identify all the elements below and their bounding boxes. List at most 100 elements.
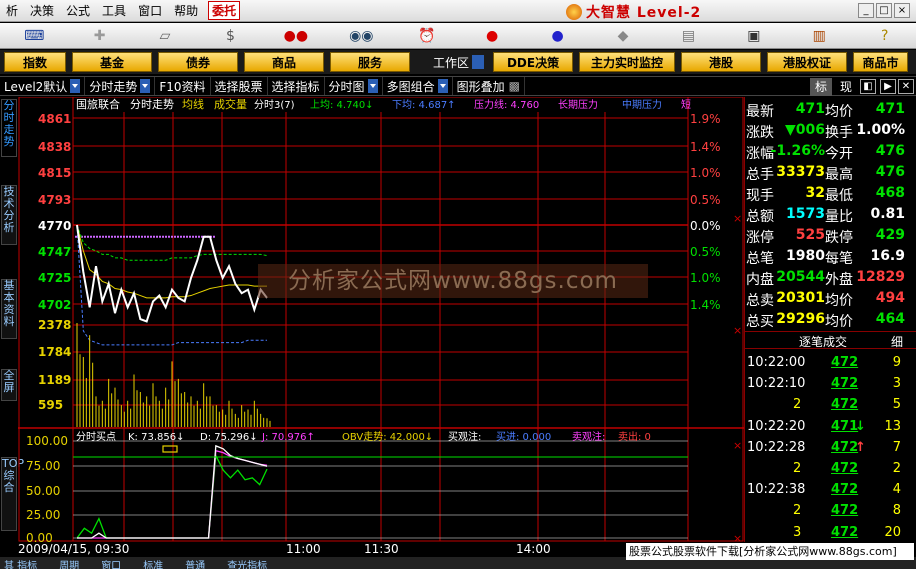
minimize-icon[interactable]: _ <box>858 3 874 18</box>
monitor-button[interactable]: 主力实时监控 <box>579 52 676 72</box>
toolbar: ⌨ ✚ ▱ $ ●● ◉◉ ⏰ ● ● ◆ ▤ ▣ ▥ ? <box>0 23 916 49</box>
time-label-start: 2009/04/15, 09:30 <box>18 542 130 556</box>
price-axis-label: 4747 <box>38 245 71 259</box>
sub-select-indicator[interactable]: 选择指标 <box>268 77 325 95</box>
ruler-icon[interactable]: ▱ <box>149 25 181 47</box>
window-icon[interactable]: ▣ <box>738 25 770 47</box>
sub-timeshare[interactable]: 分时走势 <box>85 77 156 95</box>
dollar-icon[interactable]: $ <box>214 25 246 47</box>
help-icon[interactable]: ? <box>868 25 900 47</box>
quote-label-right: 均价 <box>825 314 853 330</box>
keyboard-icon[interactable]: ⌨ <box>18 25 50 47</box>
menu-item-decision[interactable]: 决策 <box>24 2 58 19</box>
traffic-light-icon[interactable]: ●● <box>280 25 312 47</box>
quote-label: 总手 <box>746 167 774 183</box>
tick-volume: 2 <box>892 461 901 476</box>
tab-timeshare[interactable]: 分时走势 <box>1 99 17 157</box>
quote-label: 内盘 <box>746 272 774 288</box>
nav-commodity-button[interactable]: 商品 <box>244 52 324 72</box>
timeshare-chart[interactable]: 4861 1.9% 4838 1.4% 4815 1.0% 4793 0.5% 4770 0.0%… <box>18 97 744 542</box>
bottom-tab-normal[interactable]: 普通 <box>185 557 205 569</box>
indicator-axis-label: 100.00 <box>26 434 68 448</box>
sub-level2-default[interactable]: Level2默认 <box>0 77 86 95</box>
tab-technical[interactable]: 技术分析 <box>1 185 17 245</box>
calendar-icon[interactable]: ▤ <box>672 25 704 47</box>
tab-basic-info[interactable]: 基本资料 <box>1 279 17 339</box>
workspace-label[interactable]: 工作区 <box>433 54 469 71</box>
quote-value: 525 <box>795 227 825 243</box>
tag-biao-button[interactable]: 标 <box>810 78 832 96</box>
sub-overlay[interactable]: 图形叠加 ▩ <box>453 77 525 95</box>
nav-bond-button[interactable]: 债券 <box>158 52 238 72</box>
panel-toggle-icon[interactable]: ◧ <box>860 79 876 94</box>
hk-stock-button[interactable]: 港股 <box>681 52 762 72</box>
menu-item-formula[interactable]: 公式 <box>60 2 94 19</box>
bottom-tab-window[interactable]: 窗口 <box>101 557 121 569</box>
dropdown-icon[interactable] <box>70 79 81 93</box>
tab-fullscreen[interactable]: 全屏 <box>1 369 17 401</box>
dropdown-icon[interactable] <box>367 79 378 93</box>
volume-axis-label: 2378 <box>38 318 71 332</box>
quote-label-right: 跌停 <box>825 230 853 246</box>
dropdown-icon[interactable] <box>437 79 448 93</box>
commodity-market-button[interactable]: 商品市 <box>853 52 909 72</box>
red-ball-icon[interactable]: ● <box>476 25 508 47</box>
maximize-icon[interactable]: □ <box>876 3 892 18</box>
tick-arrow-icon: ↓ <box>855 418 866 434</box>
sub-multi-chart[interactable]: 多图组合 <box>383 77 453 95</box>
overlay-lock-icon[interactable]: ▩ <box>509 79 520 93</box>
nav-service-button[interactable]: 服务 <box>330 52 410 72</box>
tag-xian-button[interactable]: 现 <box>836 78 856 96</box>
books-icon[interactable]: ▥ <box>803 25 835 47</box>
dde-button[interactable]: DDE决策 <box>493 52 574 72</box>
footnote-banner: 股票公式股票软件下载[分析家公式网www.88gs.com] <box>626 543 914 560</box>
tick-row: 2 472 2 <box>745 459 916 480</box>
ticks-detail-button[interactable]: 细 <box>891 333 903 350</box>
sub-f10[interactable]: F10资料 <box>155 77 211 95</box>
hk-warrant-button[interactable]: 港股权证 <box>767 52 848 72</box>
add-icon[interactable]: ✚ <box>83 25 115 47</box>
alarm-icon[interactable]: ⏰ <box>411 25 443 47</box>
menu-item-window[interactable]: 窗口 <box>132 2 166 19</box>
workspace-dropdown-icon[interactable] <box>472 55 485 69</box>
tick-price: 472 <box>831 503 859 519</box>
diamond-icon[interactable]: ◆ <box>607 25 639 47</box>
blue-ball-icon[interactable]: ● <box>541 25 573 47</box>
tick-price: 472 <box>831 355 859 370</box>
nav-index-button[interactable]: 指数 <box>4 52 66 72</box>
close-icon[interactable]: × <box>894 3 910 18</box>
menu-item-analysis[interactable]: 析 <box>0 2 22 19</box>
bottom-tab-standard[interactable]: 标准 <box>143 557 163 569</box>
quote-value: -1.26% <box>770 143 825 159</box>
binoculars-icon[interactable]: ◉◉ <box>345 25 377 47</box>
obv-marker <box>162 445 178 453</box>
pct-axis-label: 0.5% <box>690 193 721 207</box>
dropdown-icon[interactable] <box>140 79 151 93</box>
quote-value-right: 16.9 <box>870 248 905 264</box>
bottom-tab-period[interactable]: 周期 <box>59 557 79 569</box>
bottom-tab-light-indicator[interactable]: 查光指标 <box>227 557 267 569</box>
sub-chart[interactable]: 分时图 <box>325 77 383 95</box>
tick-time: 10:22:38 <box>747 482 806 498</box>
pressure-line-label: 压力线: 4.760 <box>474 98 539 111</box>
sub-select-stock[interactable]: 选择股票 <box>210 77 268 95</box>
quote-value-right: 471 <box>875 101 905 117</box>
panel-expand-icon[interactable]: ▶ <box>880 79 896 94</box>
volume-axis-label: 1784 <box>38 345 71 359</box>
quote-label-right: 今开 <box>825 146 853 162</box>
menu-item-help[interactable]: 帮助 <box>168 2 202 19</box>
menu-item-tools[interactable]: 工具 <box>96 2 130 19</box>
upper-band-line <box>76 224 268 261</box>
buy-value: 买进: 0.000 <box>496 431 551 443</box>
sub-chart-label: 分时图 <box>328 79 365 94</box>
ticks-title: 逐笔成交 <box>799 335 848 349</box>
quote-value-right: 12829 <box>856 269 905 285</box>
entrust-button[interactable]: 委托 <box>208 1 241 20</box>
tab-top-overview[interactable]: TOP综合 <box>1 457 24 531</box>
bottom-tab-indicator[interactable]: 其 指标 <box>4 557 37 569</box>
quote-value-right: 464 <box>875 311 905 327</box>
panel-close-icon[interactable]: ✕ <box>898 79 914 94</box>
quote-value: 20544 <box>776 269 825 285</box>
indicator-m3: 分时3(7) <box>254 99 295 111</box>
nav-fund-button[interactable]: 基金 <box>72 52 152 72</box>
